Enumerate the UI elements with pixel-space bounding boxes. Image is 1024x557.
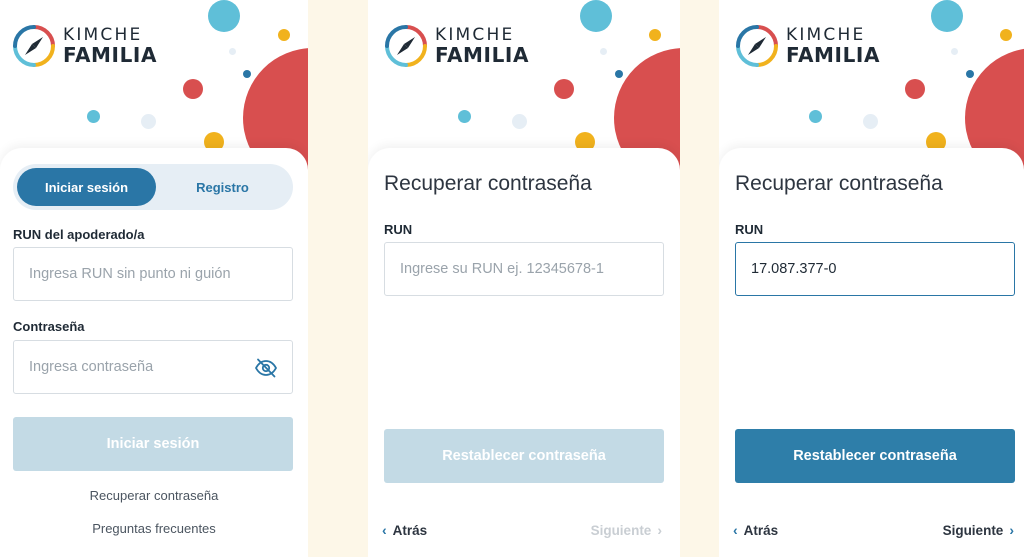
decor-dot xyxy=(87,110,100,123)
run-input[interactable]: Ingresa RUN sin punto ni guión xyxy=(13,247,293,301)
next-button[interactable]: Siguiente › xyxy=(591,522,662,538)
decor-dot xyxy=(649,29,661,41)
run-input[interactable]: Ingrese su RUN ej. 12345678-1 xyxy=(384,242,664,296)
page-title: Recuperar contraseña xyxy=(735,172,943,195)
run-label: RUN del apoderado/a xyxy=(13,227,145,242)
brand-name-top: KIMCHE xyxy=(435,25,515,45)
run-placeholder: Ingresa RUN sin punto ni guión xyxy=(29,266,231,282)
decor-dot xyxy=(243,70,251,78)
recover-screen-filled: KIMCHE FAMILIA Recuperar contraseña RUN … xyxy=(719,0,1024,557)
decor-dot xyxy=(1000,29,1012,41)
page-title: Recuperar contraseña xyxy=(384,172,592,195)
next-label: Siguiente xyxy=(590,522,652,538)
recover-card: Recuperar contraseña RUN Ingrese su RUN … xyxy=(368,148,680,557)
compass-icon xyxy=(385,25,427,67)
password-input[interactable]: Ingresa contraseña xyxy=(13,340,293,394)
eye-off-icon[interactable] xyxy=(254,356,278,380)
recover-card: Recuperar contraseña RUN 17.087.377-0 Re… xyxy=(719,148,1024,557)
chevron-right-icon: › xyxy=(657,522,662,538)
brand-name-bottom: FAMILIA xyxy=(786,43,881,67)
decor-dot xyxy=(141,114,156,129)
next-label: Siguiente xyxy=(942,522,1004,538)
recover-screen-empty: KIMCHE FAMILIA Recuperar contraseña RUN … xyxy=(368,0,680,557)
brand-logo: KIMCHE FAMILIA xyxy=(384,24,529,68)
decor-dot xyxy=(554,79,574,99)
decor-dot xyxy=(905,79,925,99)
login-button[interactable]: Iniciar sesión xyxy=(13,417,293,471)
run-placeholder: Ingrese su RUN ej. 12345678-1 xyxy=(400,261,604,277)
decor-dot xyxy=(863,114,878,129)
auth-tabs: Iniciar sesión Registro xyxy=(13,164,293,210)
login-screen: KIMCHE FAMILIA Iniciar sesión Registro R… xyxy=(0,0,308,557)
reset-password-button[interactable]: Restablecer contraseña xyxy=(384,429,664,483)
decor-dot xyxy=(512,114,527,129)
compass-icon xyxy=(13,25,55,67)
back-label: Atrás xyxy=(392,522,428,538)
chevron-left-icon: ‹ xyxy=(382,522,387,538)
decor-dot xyxy=(951,48,958,55)
back-label: Atrás xyxy=(743,522,779,538)
decor-dot xyxy=(809,110,822,123)
run-value: 17.087.377-0 xyxy=(751,261,837,277)
brand-name-bottom: FAMILIA xyxy=(63,43,158,67)
tab-register[interactable]: Registro xyxy=(156,168,289,206)
run-label: RUN xyxy=(735,222,764,237)
run-input[interactable]: 17.087.377-0 xyxy=(735,242,1015,296)
recover-password-link[interactable]: Recuperar contraseña xyxy=(0,488,308,503)
decor-dot xyxy=(183,79,203,99)
brand-name-top: KIMCHE xyxy=(786,25,866,45)
brand-name-bottom: FAMILIA xyxy=(435,43,530,67)
reset-password-button[interactable]: Restablecer contraseña xyxy=(735,429,1015,483)
brand-logo: KIMCHE FAMILIA xyxy=(12,24,157,68)
decor-dot xyxy=(458,110,471,123)
back-button[interactable]: ‹ Atrás xyxy=(733,522,778,538)
tab-login[interactable]: Iniciar sesión xyxy=(17,168,156,206)
faq-link[interactable]: Preguntas frecuentes xyxy=(0,521,308,536)
brand-logo: KIMCHE FAMILIA xyxy=(735,24,880,68)
login-card: Iniciar sesión Registro RUN del apoderad… xyxy=(0,148,308,557)
next-button[interactable]: Siguiente › xyxy=(943,522,1014,538)
compass-icon xyxy=(736,25,778,67)
password-placeholder: Ingresa contraseña xyxy=(29,359,154,375)
decor-dot xyxy=(966,70,974,78)
password-label: Contraseña xyxy=(13,319,85,334)
chevron-right-icon: › xyxy=(1009,522,1014,538)
chevron-left-icon: ‹ xyxy=(733,522,738,538)
decor-dot xyxy=(615,70,623,78)
run-label: RUN xyxy=(384,222,413,237)
brand-name-top: KIMCHE xyxy=(63,25,143,45)
decor-dot xyxy=(580,0,612,32)
decor-dot xyxy=(931,0,963,32)
decor-dot xyxy=(208,0,240,32)
decor-dot xyxy=(229,48,236,55)
decor-dot xyxy=(278,29,290,41)
decor-dot xyxy=(600,48,607,55)
back-button[interactable]: ‹ Atrás xyxy=(382,522,427,538)
